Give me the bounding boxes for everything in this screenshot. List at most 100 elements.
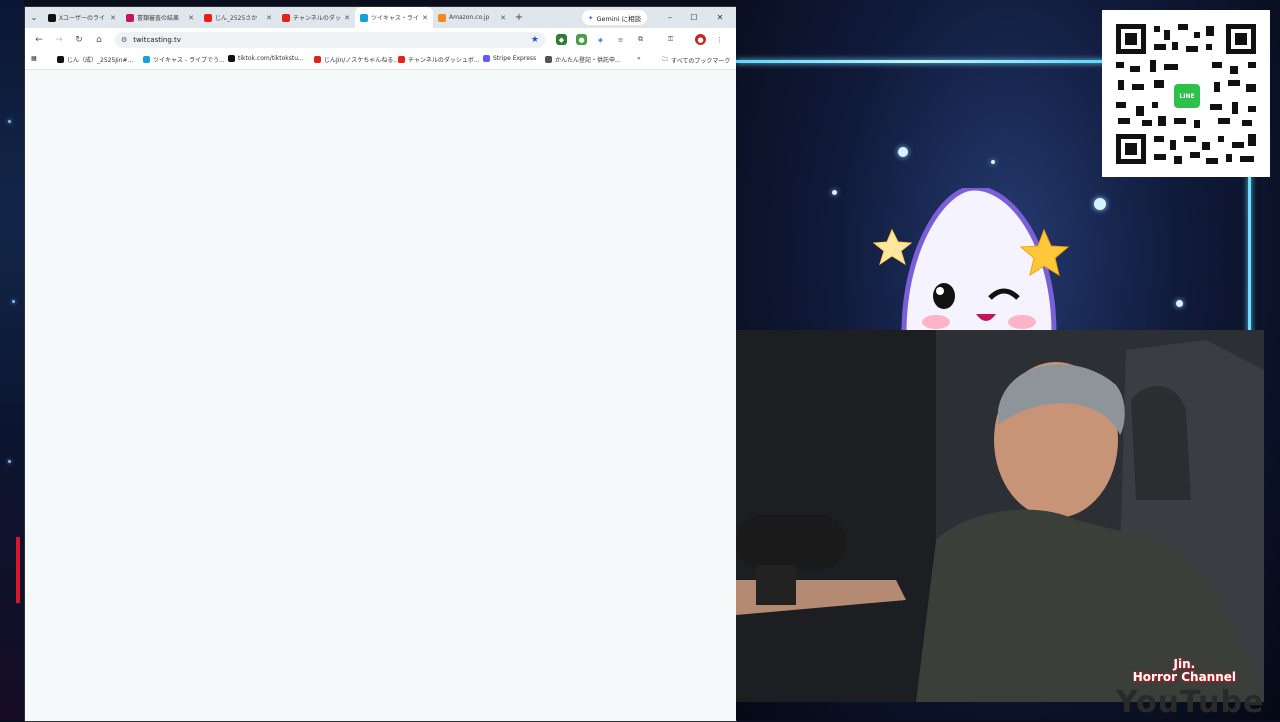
tab[interactable]: ツイキャス・ライ ✕ (355, 7, 433, 28)
bookmark-star-icon[interactable]: ★ (531, 35, 539, 45)
tab-label: Amazon.co.jp (449, 14, 490, 21)
close-window-icon[interactable]: ✕ (708, 7, 732, 28)
key-icon[interactable]: ⚿ (665, 34, 676, 45)
bookmark-label: かんたん登記・供託申... (555, 57, 621, 64)
channel-logo: Jin. Horror Channel (1133, 658, 1236, 684)
extensions-puzzle-icon[interactable]: ⧉ (635, 34, 646, 45)
bookmark-item[interactable]: チャンネルのダッシュボ... (398, 55, 480, 64)
youtube-icon (314, 56, 321, 63)
red-accent (16, 537, 20, 603)
all-bookmarks-label: すべてのブックマーク (671, 57, 731, 65)
bookmark-item[interactable]: じんJin/ノスケちゃんねる... (314, 55, 399, 64)
back-icon[interactable]: ← (29, 35, 49, 45)
bookmark-label: じん（成）_2525Jin#... (67, 57, 134, 64)
tab[interactable]: 書類審査の結果 ✕ (121, 7, 199, 28)
doc-icon (126, 13, 134, 22)
webcam-feed: Jin. Horror Channel (736, 330, 1264, 702)
apps-grid-icon[interactable]: ▦ (31, 55, 37, 62)
gemini-button[interactable]: ✦ Gemini に相談 (582, 10, 648, 25)
page-viewport[interactable] (25, 70, 736, 721)
star-sparkle (898, 147, 908, 157)
bookmark-item[interactable]: ツイキャス - ライブでう... (143, 55, 225, 64)
menu-icon[interactable]: ⋮ (714, 34, 725, 45)
background-left-strip (0, 0, 24, 720)
globe-icon (545, 56, 552, 63)
youtube-watermark: YouTube (1116, 685, 1265, 720)
star-sparkle (1094, 198, 1106, 210)
neon-line (736, 60, 1106, 63)
tab-label: ツイキャス・ライ (371, 15, 420, 22)
ghost-mascot (872, 188, 1070, 333)
home-icon[interactable]: ⌂ (89, 35, 109, 45)
bookmark-label: tiktok.com/tiktokstu... (238, 55, 304, 62)
amazon-icon (438, 13, 446, 22)
toolbar: ← → ↻ ⌂ ⚙ twitcasting.tv ★ ◆ ● ◈ ≡ ⧉ ⚿ ●… (25, 28, 736, 52)
sparkle (8, 460, 11, 463)
new-tab-button[interactable]: + (511, 12, 527, 23)
tab-search-icon[interactable]: ⌄ (25, 13, 43, 22)
extension-icon[interactable]: ◆ (556, 34, 567, 45)
close-tab-icon[interactable]: ✕ (500, 14, 506, 22)
stripe-icon (483, 55, 490, 62)
star-sparkle (991, 160, 995, 164)
address-bar[interactable]: ⚙ twitcasting.tv ★ (115, 32, 545, 48)
reload-icon[interactable]: ↻ (69, 35, 89, 45)
all-bookmarks-button[interactable]: 🗀 すべてのブックマーク (662, 55, 730, 65)
line-logo-icon: LINE (1172, 82, 1202, 110)
folder-icon: 🗀 (662, 56, 669, 63)
close-tab-icon[interactable]: ✕ (422, 14, 428, 22)
bookmark-label: じんJin/ノスケちゃんねる... (324, 57, 399, 64)
tab[interactable]: じん_2525さか ✕ (199, 7, 277, 28)
bookmark-label: ツイキャス - ライブでう... (153, 57, 225, 64)
gemini-icon: ✦ (588, 13, 594, 22)
qr-code: LINE (1102, 10, 1270, 177)
streamer-video (736, 330, 1264, 702)
maximize-icon[interactable]: ☐ (682, 7, 706, 28)
bookmark-label: Stripe Express (493, 55, 537, 62)
tab-label: チャンネルのダッ (293, 15, 341, 22)
sparkle (8, 120, 11, 123)
close-tab-icon[interactable]: ✕ (344, 14, 350, 22)
site-info-icon[interactable]: ⚙ (121, 36, 127, 44)
bookmark-item[interactable]: tiktok.com/tiktokstu... (228, 55, 304, 62)
minimize-icon[interactable]: – (658, 7, 682, 28)
more-bookmarks-button[interactable]: » (637, 55, 641, 62)
bookmarks-bar: ▦ じん（成）_2525Jin#... ツイキャス - ライブでう... tikto… (25, 52, 736, 70)
close-tab-icon[interactable]: ✕ (110, 14, 116, 22)
star-sparkle (1176, 300, 1183, 307)
twitcasting-icon (360, 13, 368, 22)
stream-overlay: LINE Jin. Horror Channel YouTube (736, 0, 1280, 720)
bookmark-item[interactable]: じん（成）_2525Jin#... (57, 55, 133, 64)
x-logo-icon (57, 56, 64, 63)
url-text: twitcasting.tv (133, 36, 181, 44)
profile-avatar[interactable]: ● (695, 34, 706, 45)
tab[interactable]: チャンネルのダッ ✕ (277, 7, 355, 28)
tab[interactable]: Amazon.co.jp ✕ (433, 7, 511, 28)
tiktok-icon (228, 55, 235, 62)
bookmark-item[interactable]: かんたん登記・供託申... (545, 55, 621, 64)
extension-icon[interactable]: ◈ (595, 34, 606, 45)
extension-icon[interactable]: ≡ (615, 34, 626, 45)
tab-bar: ⌄ Xユーザーのライ ✕ 書類審査の結果 ✕ じん_2525さか ✕ チャンネルのダッ ✕ ツイ… (25, 7, 736, 28)
close-tab-icon[interactable]: ✕ (188, 14, 194, 22)
more-bookmarks-label: » (637, 55, 641, 62)
forward-icon[interactable]: → (49, 35, 69, 45)
neon-line-vertical (1248, 175, 1251, 335)
extension-icon[interactable]: ● (576, 34, 587, 45)
channel-name-line2: Horror Channel (1132, 670, 1236, 684)
tab-label: じん_2525さか (215, 15, 258, 22)
youtube-icon (282, 13, 290, 22)
tab[interactable]: Xユーザーのライ ✕ (43, 7, 121, 28)
tab-label: 書類審査の結果 (137, 15, 180, 22)
bookmark-label: チャンネルのダッシュボ... (408, 57, 480, 64)
youtube-icon (398, 56, 405, 63)
star-sparkle (832, 190, 837, 195)
youtube-icon (204, 13, 212, 22)
sparkle (12, 300, 15, 303)
gemini-label: Gemini に相談 (596, 14, 642, 23)
close-tab-icon[interactable]: ✕ (266, 14, 272, 22)
bookmark-item[interactable]: Stripe Express (483, 55, 536, 62)
tab-strip: Xユーザーのライ ✕ 書類審査の結果 ✕ じん_2525さか ✕ チャンネルのダッ ✕ ツイキャ… (43, 7, 511, 28)
twitcasting-icon (143, 56, 150, 63)
tab-label: Xユーザーのライ (59, 15, 105, 22)
